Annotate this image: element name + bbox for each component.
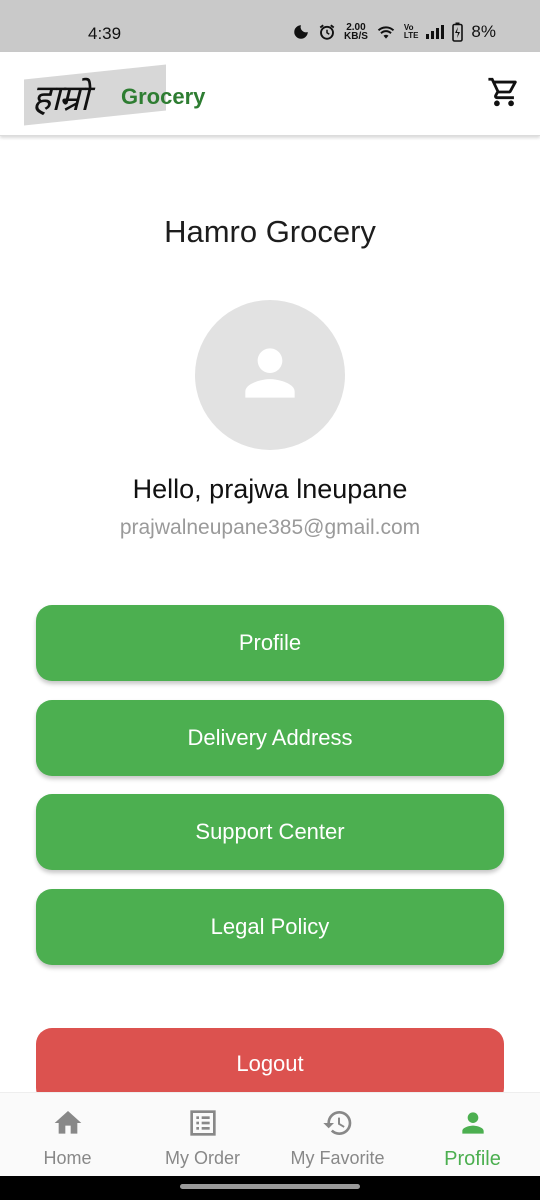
status-time: 4:39: [88, 24, 122, 43]
nav-profile[interactable]: Profile: [405, 1093, 540, 1177]
nav-my-order[interactable]: My Order: [135, 1093, 270, 1177]
delivery-address-button[interactable]: Delivery Address: [36, 700, 504, 776]
cart-button[interactable]: [484, 74, 524, 114]
nav-my-order-label: My Order: [164, 1148, 240, 1168]
order-list-icon: [187, 1107, 219, 1144]
support-center-button[interactable]: Support Center: [36, 794, 504, 870]
avatar: [195, 300, 345, 450]
system-nav-bar: [0, 1176, 540, 1200]
nav-home[interactable]: Home: [0, 1093, 135, 1177]
speed-unit: KB/S: [344, 31, 368, 42]
cart-icon: [487, 75, 521, 114]
moon-icon: [292, 23, 310, 41]
user-greeting: Hello, prajwa lneupane: [132, 474, 408, 504]
hamro-grocery-logo: हाम्रो Grocery: [24, 64, 214, 126]
nav-profile-label: Profile: [444, 1148, 501, 1170]
bottom-nav: Home My Order My Favorite Profile: [0, 1092, 540, 1176]
signal-icon: [426, 25, 445, 39]
status-bar: 4:39 2.00 KB/S Vo LTE 8%: [0, 0, 540, 52]
logo-script: हाम्रो: [32, 78, 89, 119]
app-bar: हाम्रो Grocery: [0, 52, 540, 136]
alarm-icon: [318, 23, 336, 41]
gesture-handle[interactable]: [180, 1184, 360, 1189]
profile-button[interactable]: Profile: [36, 605, 504, 681]
home-icon: [52, 1107, 84, 1144]
status-icons: 2.00 KB/S Vo LTE 8%: [292, 22, 496, 42]
wifi-icon: [376, 24, 396, 40]
person-icon: [233, 336, 307, 415]
legal-policy-button[interactable]: Legal Policy: [36, 889, 504, 965]
battery-percent: 8%: [471, 22, 496, 41]
network-speed: 2.00 KB/S: [344, 23, 368, 42]
user-email: prajwalneupane385@gmail.com: [119, 516, 421, 539]
history-icon: [322, 1107, 354, 1144]
battery-charging-icon: [452, 22, 464, 42]
nav-home-label: Home: [43, 1148, 92, 1168]
logo-word: Grocery: [121, 84, 206, 109]
volte-indicator: Vo LTE: [404, 24, 419, 40]
nav-my-favorite-label: My Favorite: [290, 1148, 385, 1168]
page-title: Hamro Grocery: [164, 214, 376, 249]
nav-my-favorite[interactable]: My Favorite: [270, 1093, 405, 1177]
volte-bottom: LTE: [403, 31, 419, 40]
person-icon: [457, 1107, 489, 1144]
